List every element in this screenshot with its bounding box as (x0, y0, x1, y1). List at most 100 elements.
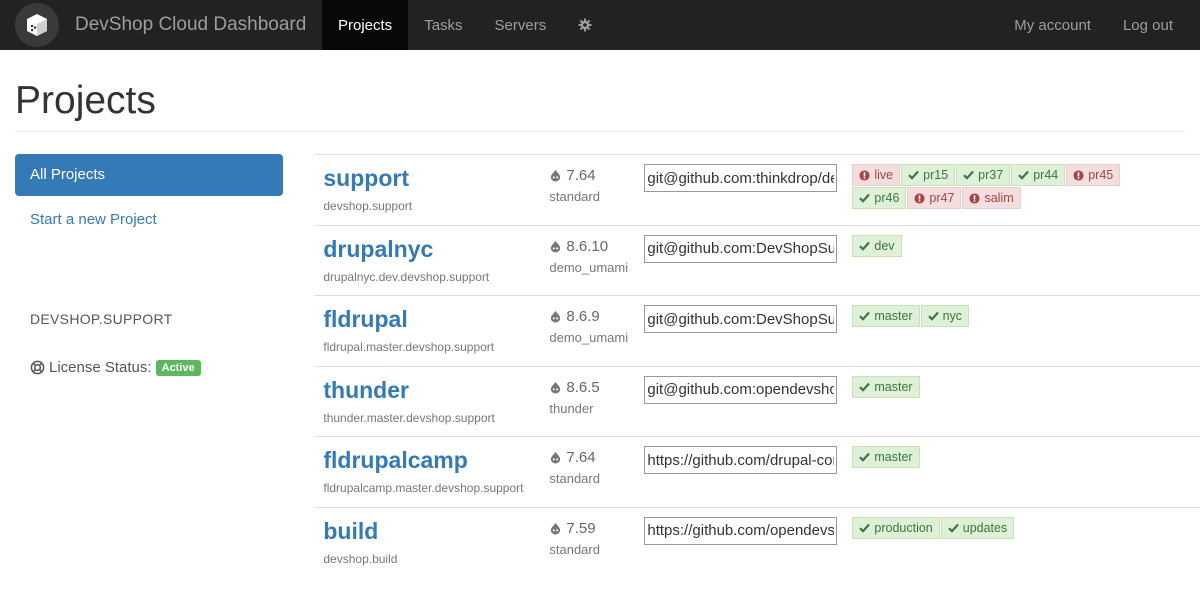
environment-name: dev (874, 238, 895, 253)
environment-badge[interactable]: pr44 (1011, 164, 1066, 186)
projects-table: support devshop.support 7.64 standard live pr… (315, 154, 1200, 578)
drupal-version: 8.6.10 (549, 238, 608, 255)
table-row: fldrupalcamp fldrupalcamp.master.devshop.… (315, 437, 1200, 508)
git-repo-input[interactable] (644, 164, 838, 192)
project-name-link[interactable]: fldrupalcamp (323, 447, 467, 474)
git-repo-input[interactable] (644, 516, 838, 545)
project-host: devshop.build (323, 551, 398, 566)
environment-list: live pr15 pr37 pr44 pr45 pr46 pr47 salim (852, 164, 1172, 210)
check-icon (947, 523, 963, 533)
license-active-badge: Active (155, 359, 201, 376)
environment-badge[interactable]: master (852, 305, 920, 327)
sidebar-item-all-projects[interactable]: All Projects (15, 154, 284, 196)
environment-name: pr44 (1033, 168, 1059, 182)
brand[interactable]: DevShop Cloud Dashboard (0, 0, 322, 50)
git-repo-input[interactable] (644, 234, 838, 263)
license-status: License Status: Active (15, 359, 283, 376)
nav-servers[interactable]: Servers (479, 0, 563, 50)
error-circle-icon (859, 169, 874, 181)
drupal-version: 7.59 (549, 519, 596, 537)
environment-badge[interactable]: pr47 (907, 187, 962, 209)
environment-badge[interactable]: live (852, 164, 901, 186)
environment-badge[interactable]: updates (940, 516, 1015, 539)
sidebar-item-new-project[interactable]: Start a new Project (15, 199, 283, 241)
drupal-version: 8.6.5 (549, 378, 600, 396)
drupal-drop-icon (549, 310, 566, 323)
environment-name: updates (962, 520, 1008, 535)
license-status-label: License Status: (49, 359, 152, 376)
page-title: Projects (15, 79, 156, 122)
environment-badge[interactable]: nyc (920, 305, 970, 327)
check-icon (859, 241, 874, 251)
drupal-drop-icon (549, 381, 566, 394)
project-name-link[interactable]: fldrupal (323, 306, 407, 333)
environment-list: master (852, 375, 1172, 399)
environment-name: pr47 (929, 191, 955, 205)
environment-badge[interactable]: pr37 (956, 164, 1011, 186)
environment-badge[interactable]: production (852, 516, 940, 539)
drupal-drop-icon (549, 522, 566, 535)
environment-list: master nyc (852, 305, 1172, 328)
drupal-drop-icon (549, 451, 566, 464)
environment-name: pr15 (923, 168, 949, 182)
my-account-link[interactable]: My account (998, 0, 1107, 50)
lifebuoy-icon (30, 360, 45, 375)
top-navbar: DevShop Cloud Dashboard Projects Tasks S… (0, 0, 1200, 50)
drupal-version-value: 7.64 (566, 449, 596, 466)
environment-name: salim (984, 191, 1014, 205)
error-circle-icon (969, 192, 984, 204)
environment-list: dev (852, 234, 1172, 258)
environment-name: pr45 (1088, 168, 1114, 182)
check-icon (859, 452, 874, 462)
nav-tasks[interactable]: Tasks (408, 0, 478, 50)
devshop-logo-icon[interactable] (15, 3, 59, 47)
install-profile: thunder (549, 400, 594, 416)
check-icon (908, 170, 923, 180)
install-profile: standard (549, 541, 600, 557)
drupal-version: 8.6.9 (549, 308, 600, 325)
check-icon (859, 523, 874, 533)
git-repo-input[interactable] (644, 446, 838, 474)
project-host: fldrupalcamp.master.devshop.support (323, 481, 524, 495)
environment-badge[interactable]: pr15 (901, 164, 956, 186)
settings-gear-icon[interactable] (562, 0, 608, 50)
environment-list: production updates (852, 516, 1172, 540)
page-header: Projects (15, 50, 1185, 132)
project-name-link[interactable]: build (323, 518, 378, 545)
environment-name: nyc (942, 309, 963, 323)
table-row: fldrupal fldrupal.master.devshop.support 8… (315, 296, 1200, 367)
git-repo-input[interactable] (644, 305, 838, 333)
brand-title[interactable]: DevShop Cloud Dashboard (75, 14, 306, 36)
logout-link[interactable]: Log out (1107, 0, 1200, 50)
install-profile: standard (549, 189, 600, 204)
install-profile: standard (549, 471, 600, 486)
check-icon (963, 170, 978, 180)
check-icon (859, 311, 874, 321)
environment-badge[interactable]: master (852, 375, 920, 398)
drupal-version-value: 7.64 (566, 167, 596, 184)
drupal-version-value: 8.6.5 (566, 378, 600, 396)
environment-badge[interactable]: dev (852, 234, 902, 257)
environment-name: pr37 (978, 168, 1004, 182)
check-icon (859, 382, 874, 392)
environment-name: master (874, 309, 913, 323)
project-name-link[interactable]: drupalnyc (323, 236, 433, 263)
drupal-version-value: 7.59 (566, 519, 596, 537)
table-row: thunder thunder.master.devshop.support 8.6… (315, 367, 1200, 437)
environment-badge[interactable]: master (852, 446, 920, 468)
environment-badge[interactable]: salim (962, 187, 1021, 209)
environment-name: production (874, 520, 933, 535)
nav-projects[interactable]: Projects (322, 0, 409, 50)
check-icon (1018, 170, 1033, 180)
drupal-version-value: 8.6.9 (566, 308, 600, 325)
git-repo-input[interactable] (644, 375, 838, 404)
check-icon (927, 311, 943, 321)
environment-badge[interactable]: pr45 (1066, 164, 1121, 186)
site-host-label: DEVSHOP.SUPPORT (30, 311, 173, 327)
project-name-link[interactable]: support (323, 165, 409, 192)
environment-badge[interactable]: pr46 (852, 187, 907, 209)
drupal-drop-icon (549, 169, 566, 182)
project-name-link[interactable]: thunder (323, 377, 409, 404)
sidebar: All Projects Start a new Project DEVSHOP… (15, 154, 284, 578)
table-row: drupalnyc drupalnyc.dev.devshop.support 8.… (315, 226, 1200, 296)
